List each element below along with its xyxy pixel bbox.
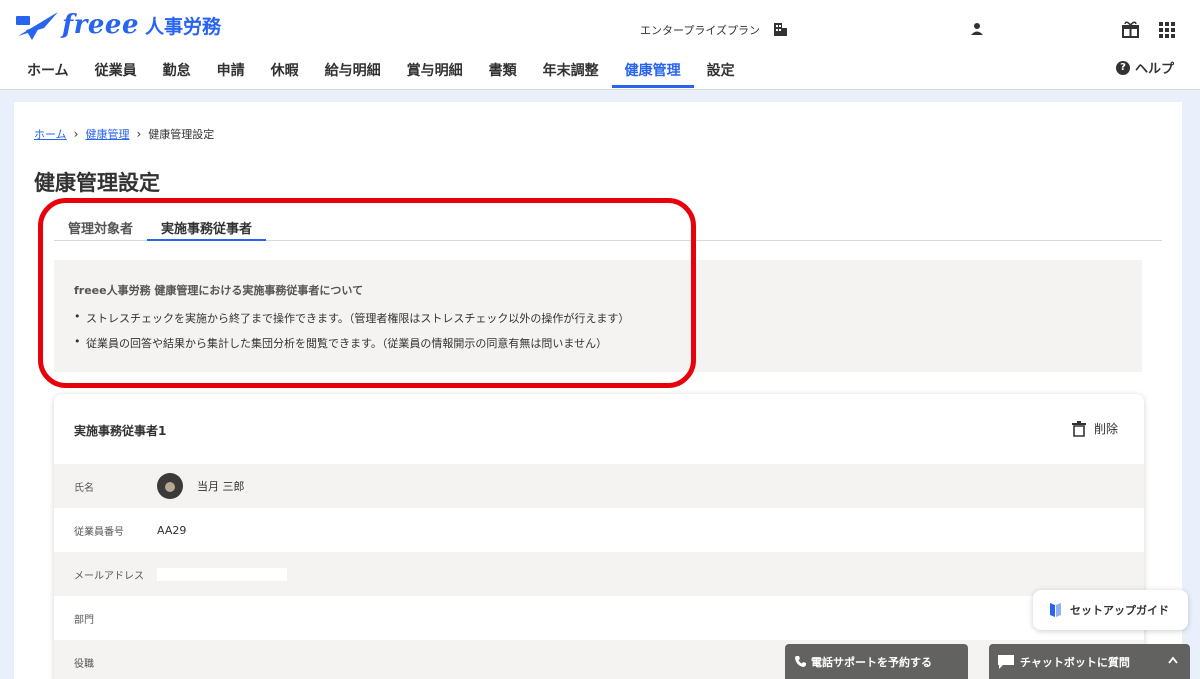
- delete-button[interactable]: 削除: [1071, 420, 1118, 437]
- book-icon: [1050, 603, 1061, 617]
- trash-icon: [1071, 420, 1086, 437]
- email-value: [157, 567, 287, 581]
- nav-leave[interactable]: 休暇: [258, 52, 312, 88]
- field-label: 部門: [74, 614, 94, 626]
- nav-bonus-slips[interactable]: 賞与明細: [394, 52, 476, 88]
- chevron-up-icon[interactable]: [1168, 656, 1178, 664]
- nav-employees[interactable]: 従業員: [82, 52, 150, 88]
- breadcrumb-current: 健康管理設定: [148, 128, 215, 141]
- bird-logo-icon: [16, 12, 58, 40]
- field-row-department: 部門: [54, 596, 1144, 640]
- question-icon: ?: [1115, 60, 1130, 75]
- main-nav: ホーム 従業員 勤怠 申請 休暇 給与明細 賞与明細 書類 年末調整 健康管理 …: [14, 52, 748, 88]
- nav-health-management[interactable]: 健康管理: [611, 52, 694, 88]
- info-bullet: ストレスチェックを実施から終了まで操作できます。（管理者権限はストレスチェック以…: [74, 310, 1122, 326]
- breadcrumb: ホーム › 健康管理 › 健康管理設定: [34, 126, 214, 142]
- setup-guide-button[interactable]: セットアップガイド: [1033, 590, 1188, 630]
- chevron-right-icon: ›: [136, 127, 142, 141]
- staff-card: 実施事務従事者1 削除 氏名 当月 三郎 従業員番号 AA29 メールアドレス …: [54, 394, 1144, 679]
- card-header: 実施事務従事者1 削除: [54, 394, 1144, 464]
- top-header: freee 人事労務 エンタープライズプラン ホーム 従業員 勤怠 申請 休暇 …: [0, 0, 1200, 90]
- chat-bubble-icon: [998, 654, 1014, 669]
- phone-icon: [795, 656, 806, 667]
- nav-year-end-adjustment[interactable]: 年末調整: [530, 52, 612, 88]
- person-icon[interactable]: [970, 22, 984, 36]
- field-row-email: メールアドレス: [54, 552, 1144, 596]
- field-row-name: 氏名 当月 三郎: [54, 464, 1144, 508]
- setup-guide-label: セットアップガイド: [1070, 604, 1169, 617]
- page-title: 健康管理設定: [34, 171, 160, 195]
- info-box: freee人事労務 健康管理における実施事務従事者について ストレスチェックを実…: [54, 260, 1142, 372]
- phone-support-button[interactable]: 電話サポートを予約する: [785, 644, 968, 679]
- breadcrumb-home[interactable]: ホーム: [34, 126, 67, 142]
- app-grid-icon[interactable]: [1158, 21, 1176, 39]
- phone-support-label: 電話サポートを予約する: [811, 655, 932, 669]
- nav-home[interactable]: ホーム: [14, 52, 82, 88]
- field-row-employee-number: 従業員番号 AA29: [54, 508, 1144, 552]
- tab-bar: 管理対象者 実施事務従事者: [54, 212, 1162, 241]
- breadcrumb-health[interactable]: 健康管理: [85, 126, 129, 142]
- nav-settings[interactable]: 設定: [694, 52, 748, 88]
- field-label: 従業員番号: [74, 526, 124, 538]
- tab-managed-targets[interactable]: 管理対象者: [54, 212, 147, 241]
- gift-icon[interactable]: [1121, 20, 1140, 39]
- nav-documents[interactable]: 書類: [476, 52, 530, 88]
- card-title: 実施事務従事者1: [74, 424, 167, 438]
- nav-payslips[interactable]: 給与明細: [312, 52, 394, 88]
- avatar: [157, 473, 183, 499]
- info-heading: freee人事労務 健康管理における実施事務従事者について: [74, 284, 364, 297]
- nav-attendance[interactable]: 勤怠: [150, 52, 204, 88]
- field-label: 役職: [74, 658, 94, 670]
- info-bullet: 従業員の回答や結果から集計した集団分析を閲覧できます。（従業員の情報開示の同意有…: [74, 335, 1122, 351]
- delete-label: 削除: [1093, 422, 1118, 436]
- nav-requests[interactable]: 申請: [204, 52, 258, 88]
- tab-implementation-staff[interactable]: 実施事務従事者: [147, 212, 267, 241]
- chevron-right-icon: ›: [73, 127, 79, 141]
- info-list: ストレスチェックを実施から終了まで操作できます。（管理者権限はストレスチェック以…: [74, 310, 1122, 351]
- brand-name: freee: [62, 10, 140, 40]
- field-label: メールアドレス: [74, 570, 144, 582]
- help-link[interactable]: ? ヘルプ: [1115, 58, 1174, 77]
- masked-email: [157, 567, 287, 581]
- building-icon[interactable]: [773, 22, 787, 36]
- chatbot-label: チャットボットに質問: [1020, 655, 1130, 669]
- field-label: 氏名: [74, 482, 94, 494]
- product-name: 人事労務: [145, 15, 222, 38]
- employee-number: AA29: [157, 523, 187, 537]
- help-label: ヘルプ: [1134, 62, 1174, 77]
- field-value: 当月 三郎: [157, 473, 245, 499]
- plan-label: エンタープライズプラン: [640, 24, 761, 37]
- freee-logo[interactable]: freee 人事労務: [14, 8, 221, 42]
- employee-name: 当月 三郎: [197, 480, 245, 493]
- field-row-position: 役職: [54, 640, 1144, 679]
- chatbot-button[interactable]: チャットボットに質問: [989, 644, 1190, 679]
